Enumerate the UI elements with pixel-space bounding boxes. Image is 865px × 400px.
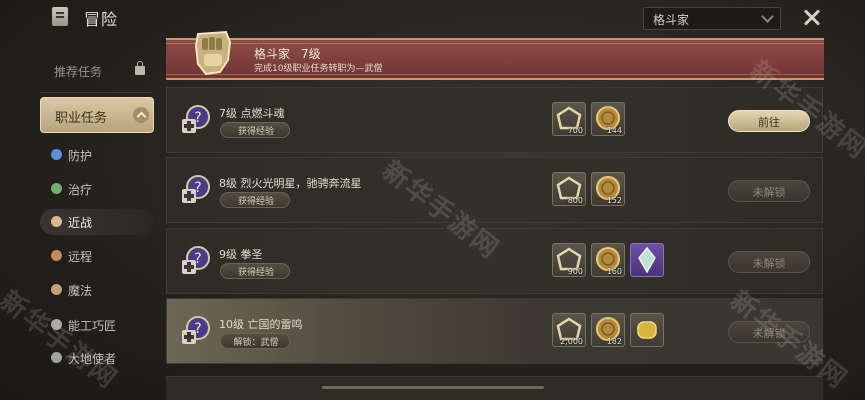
coin-icon[interactable]: 182 bbox=[591, 313, 625, 347]
quest-row[interactable]: ? 8级 烈火光明星，驰骋奔流星获得经验 800 152 未解锁 bbox=[166, 157, 823, 223]
reward-amount: 144 bbox=[606, 126, 622, 135]
quest-tag-label: 获得经验 bbox=[237, 197, 274, 207]
sidebar-item-recommended[interactable]: 推荐任务 bbox=[40, 54, 152, 88]
quest-badge-icon: ? bbox=[182, 105, 210, 133]
sidebar-subitem[interactable]: 治疗 bbox=[40, 176, 154, 202]
banner-subtitle: 完成10级职业任务转职为—武僧 bbox=[254, 64, 383, 74]
sidebar-subitem[interactable]: 魔法 bbox=[40, 277, 154, 303]
quest-badge-icon: ? bbox=[182, 246, 210, 274]
scrollbar[interactable] bbox=[322, 386, 544, 389]
gauntlet-icon[interactable] bbox=[630, 313, 664, 347]
quest-tag-label: 获得经验 bbox=[237, 268, 274, 278]
reward-amount: 160 bbox=[606, 267, 622, 276]
coin-icon[interactable]: 160 bbox=[591, 243, 625, 277]
sidebar-subitem[interactable]: 防护 bbox=[40, 142, 154, 168]
plus-icon bbox=[51, 183, 62, 194]
quest-badge-icon: ? bbox=[182, 175, 210, 203]
sidebar-item-label: 推荐任务 bbox=[54, 65, 103, 79]
class-select-dropdown[interactable]: 格斗家 bbox=[643, 7, 781, 30]
reward-amount: 800 bbox=[567, 196, 583, 205]
quest-tag: 解锁：武僧 bbox=[220, 333, 290, 349]
page-title: 冒险 bbox=[84, 10, 119, 29]
exp-icon[interactable]: 2,000 bbox=[552, 313, 586, 347]
sidebar-subitem[interactable]: 远程 bbox=[40, 243, 154, 269]
book-icon bbox=[52, 7, 68, 26]
quest-title: 10级 亡国的雷鸣 bbox=[219, 318, 303, 331]
sidebar-subitem-label: 防护 bbox=[68, 149, 93, 163]
quest-tag: 获得经验 bbox=[220, 122, 290, 138]
sidebar-item-class-quests[interactable]: 职业任务 bbox=[40, 97, 154, 133]
sidebar-subitem-label: 远程 bbox=[68, 250, 93, 264]
top-bar: 冒险 格斗家 bbox=[0, 0, 865, 36]
close-button[interactable] bbox=[800, 5, 824, 29]
shield-icon bbox=[51, 149, 62, 160]
staff-icon bbox=[51, 284, 62, 295]
quest-row[interactable]: ? 7级 点燃斗魂 获得经验 700 144 前往 bbox=[166, 87, 823, 153]
quest-tag-label: 获得经验 bbox=[237, 127, 274, 137]
reward-amount: 152 bbox=[606, 196, 622, 205]
reward-amount: 2,000 bbox=[560, 337, 583, 346]
banner-title: 格斗家 bbox=[254, 47, 291, 61]
action-label: 未解锁 bbox=[752, 186, 786, 199]
sidebar-subitem[interactable]: 近战 bbox=[40, 209, 154, 235]
banner-level: 7级 bbox=[301, 47, 321, 61]
quest-tag-label: 解锁：武僧 bbox=[233, 338, 279, 348]
locked-button[interactable]: 未解锁 bbox=[728, 251, 810, 273]
chevron-down-icon bbox=[761, 10, 774, 23]
coin-icon[interactable]: 144 bbox=[591, 102, 625, 136]
gem-icon[interactable] bbox=[630, 243, 664, 277]
sidebar-subitem-label: 近战 bbox=[68, 216, 93, 230]
exp-icon[interactable]: 900 bbox=[552, 243, 586, 277]
fist-icon bbox=[51, 216, 62, 227]
lock-icon bbox=[135, 61, 145, 75]
quest-title: 7级 点燃斗魂 bbox=[219, 107, 285, 120]
quest-title: 9级 拳圣 bbox=[219, 248, 263, 261]
reward-amount: 900 bbox=[567, 267, 583, 276]
quest-tag: 获得经验 bbox=[220, 263, 290, 279]
fist-icon bbox=[194, 30, 232, 76]
reward-amount: 182 bbox=[606, 337, 622, 346]
quest-badge-icon: ? bbox=[182, 316, 210, 344]
reward-amount: 700 bbox=[567, 126, 583, 135]
locked-button[interactable]: 未解锁 bbox=[728, 180, 810, 202]
quest-title: 8级 烈火光明星，驰骋奔流星 bbox=[219, 177, 362, 190]
sidebar-item-label: 职业任务 bbox=[55, 111, 108, 126]
coin-icon[interactable]: 152 bbox=[591, 172, 625, 206]
sidebar-subitem-label: 魔法 bbox=[68, 284, 93, 298]
exp-icon[interactable]: 700 bbox=[552, 102, 586, 136]
sidebar-divider bbox=[40, 92, 152, 93]
arrow-icon bbox=[51, 250, 62, 261]
quest-tag: 获得经验 bbox=[220, 192, 290, 208]
action-label: 未解锁 bbox=[752, 257, 786, 270]
exp-icon[interactable]: 800 bbox=[552, 172, 586, 206]
class-select-value: 格斗家 bbox=[653, 13, 690, 27]
sidebar-subitem-label: 治疗 bbox=[68, 183, 93, 197]
chevron-up-icon[interactable] bbox=[133, 107, 149, 123]
